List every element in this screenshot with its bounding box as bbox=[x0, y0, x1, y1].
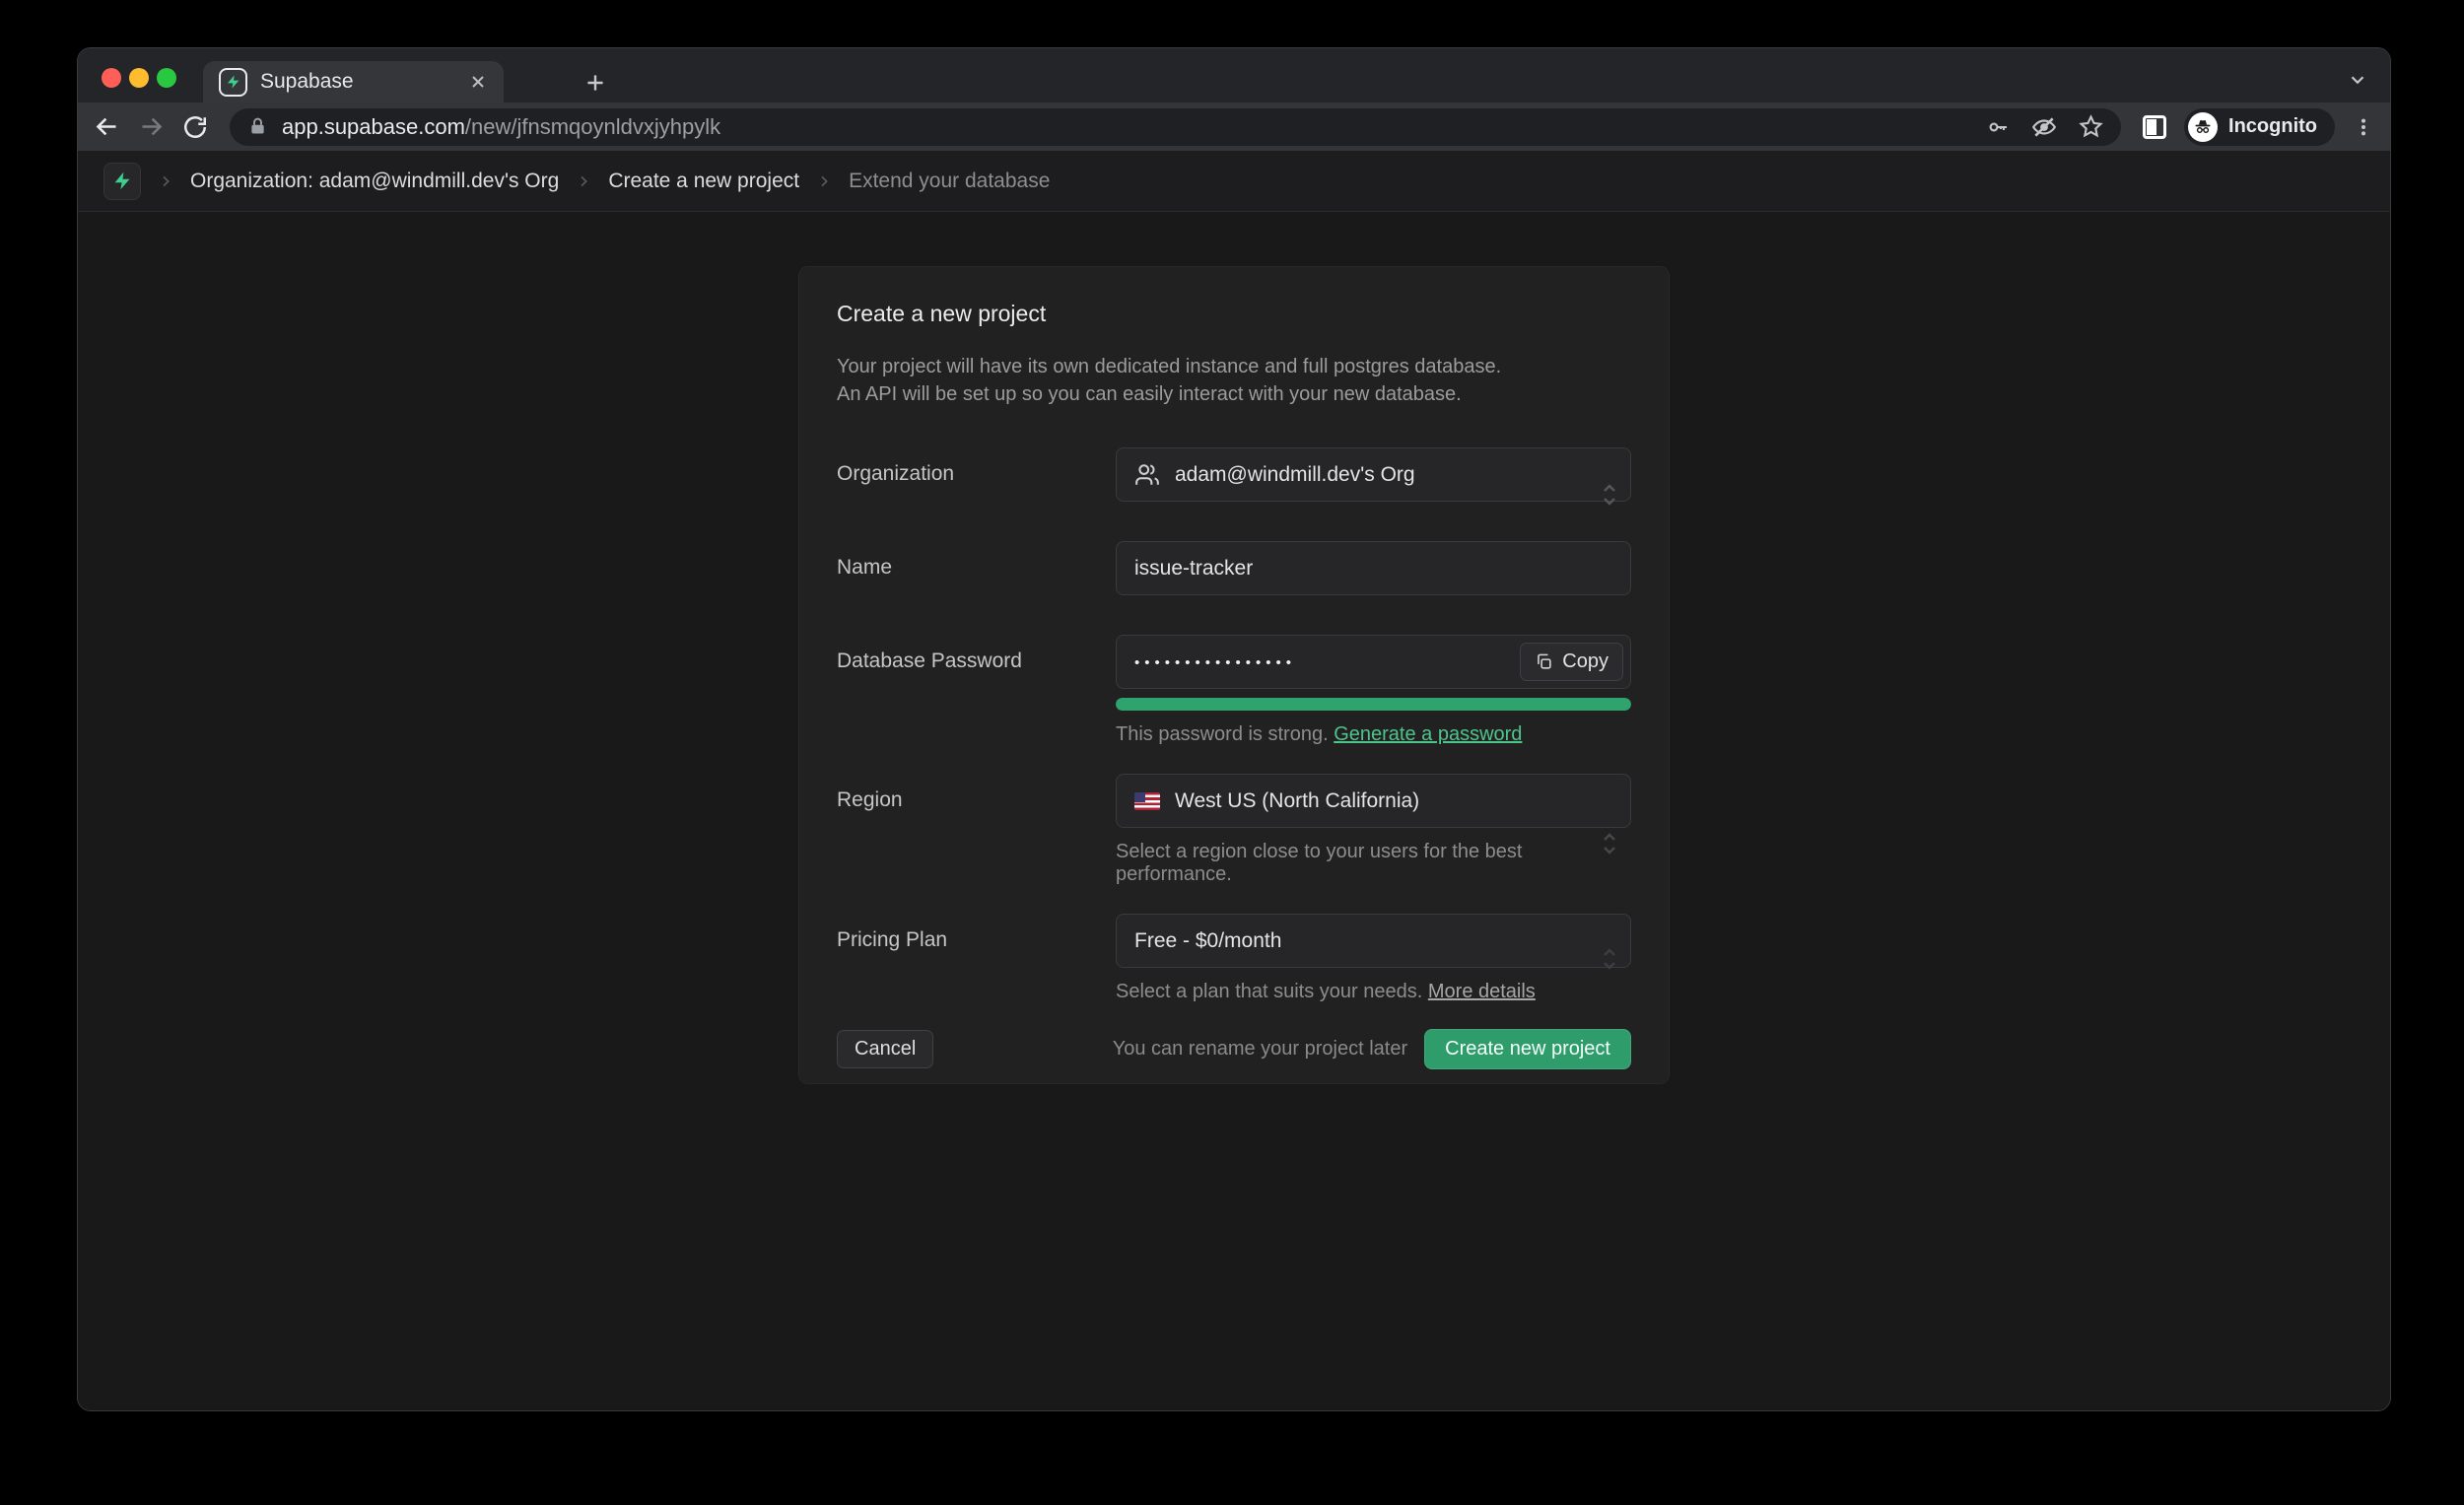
password-row: Database Password •••••••••••••••• Copy bbox=[799, 635, 1669, 774]
breadcrumb-create-project[interactable]: Create a new project bbox=[608, 170, 799, 193]
forward-button[interactable] bbox=[138, 113, 165, 140]
password-masked-value: •••••••••••••••• bbox=[1134, 652, 1296, 671]
pricing-plan-hint: Select a plan that suits your needs. Mor… bbox=[1116, 981, 1631, 1003]
browser-toolbar: app.supabase.com/new/jfnsmqoynldvxjyhpyl… bbox=[78, 103, 2390, 151]
us-flag-icon bbox=[1134, 792, 1160, 810]
card-header: Create a new project Your project will h… bbox=[799, 301, 1669, 408]
omnibox-action-icons bbox=[1986, 114, 2103, 140]
side-panel-icon[interactable] bbox=[2143, 115, 2166, 139]
more-details-link[interactable]: More details bbox=[1428, 981, 1536, 1002]
pricing-plan-label: Pricing Plan bbox=[837, 914, 1116, 1003]
browser-menu-icon[interactable] bbox=[2353, 116, 2374, 138]
copy-icon bbox=[1535, 652, 1553, 671]
zoom-window-button[interactable] bbox=[157, 68, 176, 88]
users-icon bbox=[1134, 462, 1160, 488]
tab-title: Supabase bbox=[260, 70, 455, 94]
card-description-line2: An API will be set up so you can easily … bbox=[837, 380, 1631, 408]
password-key-icon[interactable] bbox=[1986, 115, 2010, 139]
copy-password-button[interactable]: Copy bbox=[1520, 643, 1623, 681]
password-hint: This password is strong. Generate a pass… bbox=[1116, 723, 1631, 746]
pricing-plan-select[interactable]: Free - $0/month bbox=[1116, 914, 1631, 968]
tab-strip: Supabase bbox=[78, 48, 2390, 103]
breadcrumb: Organization: adam@windmill.dev's Org Cr… bbox=[78, 151, 2390, 212]
region-row: Region West US (North California) Select… bbox=[799, 774, 1669, 914]
generate-password-link[interactable]: Generate a password bbox=[1334, 723, 1522, 745]
organization-label: Organization bbox=[837, 447, 1116, 541]
pricing-plan-hint-text: Select a plan that suits your needs. bbox=[1116, 981, 1422, 1002]
incognito-badge: Incognito bbox=[2184, 108, 2335, 146]
bookmark-star-icon[interactable] bbox=[2079, 114, 2103, 139]
lock-icon bbox=[247, 116, 268, 137]
card-footer: Cancel You can rename your project later… bbox=[799, 1029, 1669, 1069]
select-chevrons-icon bbox=[1601, 482, 1618, 508]
incognito-label: Incognito bbox=[2228, 115, 2317, 138]
select-chevrons-icon bbox=[1601, 946, 1618, 972]
select-chevrons-icon bbox=[1601, 831, 1618, 856]
password-strength-bar bbox=[1116, 698, 1631, 711]
url-domain: app.supabase.com bbox=[282, 114, 465, 139]
close-window-button[interactable] bbox=[102, 68, 121, 88]
url-path: /new/jfnsmqoynldvxjyhpylk bbox=[465, 114, 720, 139]
url-text: app.supabase.com/new/jfnsmqoynldvxjyhpyl… bbox=[282, 114, 1972, 140]
card-description-line1: Your project will have its own dedicated… bbox=[837, 353, 1631, 380]
pricing-plan-value: Free - $0/month bbox=[1134, 929, 1281, 953]
create-new-project-button[interactable]: Create new project bbox=[1424, 1029, 1631, 1069]
incognito-avatar-icon bbox=[2188, 112, 2218, 142]
address-bar[interactable]: app.supabase.com/new/jfnsmqoynldvxjyhpyl… bbox=[230, 108, 2121, 146]
card-description: Your project will have its own dedicated… bbox=[837, 353, 1631, 408]
region-label: Region bbox=[837, 774, 1116, 914]
create-project-card: Create a new project Your project will h… bbox=[798, 266, 1670, 1084]
chevron-right-icon bbox=[816, 173, 832, 189]
tab-search-chevron-icon[interactable] bbox=[2347, 69, 2368, 91]
chevron-right-icon bbox=[576, 173, 591, 189]
minimize-window-button[interactable] bbox=[129, 68, 149, 88]
region-select[interactable]: West US (North California) bbox=[1116, 774, 1631, 828]
reload-button[interactable] bbox=[182, 114, 208, 140]
name-row: Name bbox=[799, 541, 1669, 635]
window-controls bbox=[102, 68, 176, 88]
organization-select[interactable]: adam@windmill.dev's Org bbox=[1116, 447, 1631, 502]
page-content: Create a new project Your project will h… bbox=[78, 212, 2390, 1411]
back-button[interactable] bbox=[94, 113, 120, 140]
page-title: Create a new project bbox=[837, 301, 1631, 327]
supabase-logo-icon[interactable] bbox=[103, 163, 141, 200]
pricing-plan-row: Pricing Plan Free - $0/month Select a pl… bbox=[799, 914, 1669, 1003]
password-hidden-eye-icon[interactable] bbox=[2031, 114, 2057, 140]
name-input[interactable] bbox=[1116, 541, 1631, 595]
region-value: West US (North California) bbox=[1175, 789, 1419, 813]
rename-note: You can rename your project later bbox=[1113, 1038, 1407, 1060]
cancel-button[interactable]: Cancel bbox=[837, 1030, 933, 1068]
breadcrumb-organization[interactable]: Organization: adam@windmill.dev's Org bbox=[190, 170, 559, 193]
name-label: Name bbox=[837, 541, 1116, 635]
password-strength-fill bbox=[1116, 698, 1631, 711]
tab-close-icon[interactable] bbox=[468, 72, 488, 92]
organization-value: adam@windmill.dev's Org bbox=[1175, 463, 1415, 487]
browser-tab-supabase[interactable]: Supabase bbox=[203, 61, 504, 103]
organization-row: Organization adam@windmill.dev's Org bbox=[799, 447, 1669, 541]
region-hint: Select a region close to your users for … bbox=[1116, 841, 1631, 886]
password-label: Database Password bbox=[837, 635, 1116, 774]
chevron-right-icon bbox=[158, 173, 173, 189]
browser-window: Supabase bbox=[77, 47, 2391, 1411]
screenshot-stage: Supabase bbox=[0, 0, 2464, 1505]
supabase-favicon-icon bbox=[219, 68, 247, 97]
copy-label: Copy bbox=[1562, 650, 1608, 673]
password-strength-text: This password is strong. bbox=[1116, 723, 1329, 745]
breadcrumb-extend-database[interactable]: Extend your database bbox=[849, 170, 1050, 193]
create-project-form: Organization adam@windmill.dev's Org bbox=[799, 447, 1669, 1003]
new-tab-button[interactable] bbox=[582, 70, 608, 96]
